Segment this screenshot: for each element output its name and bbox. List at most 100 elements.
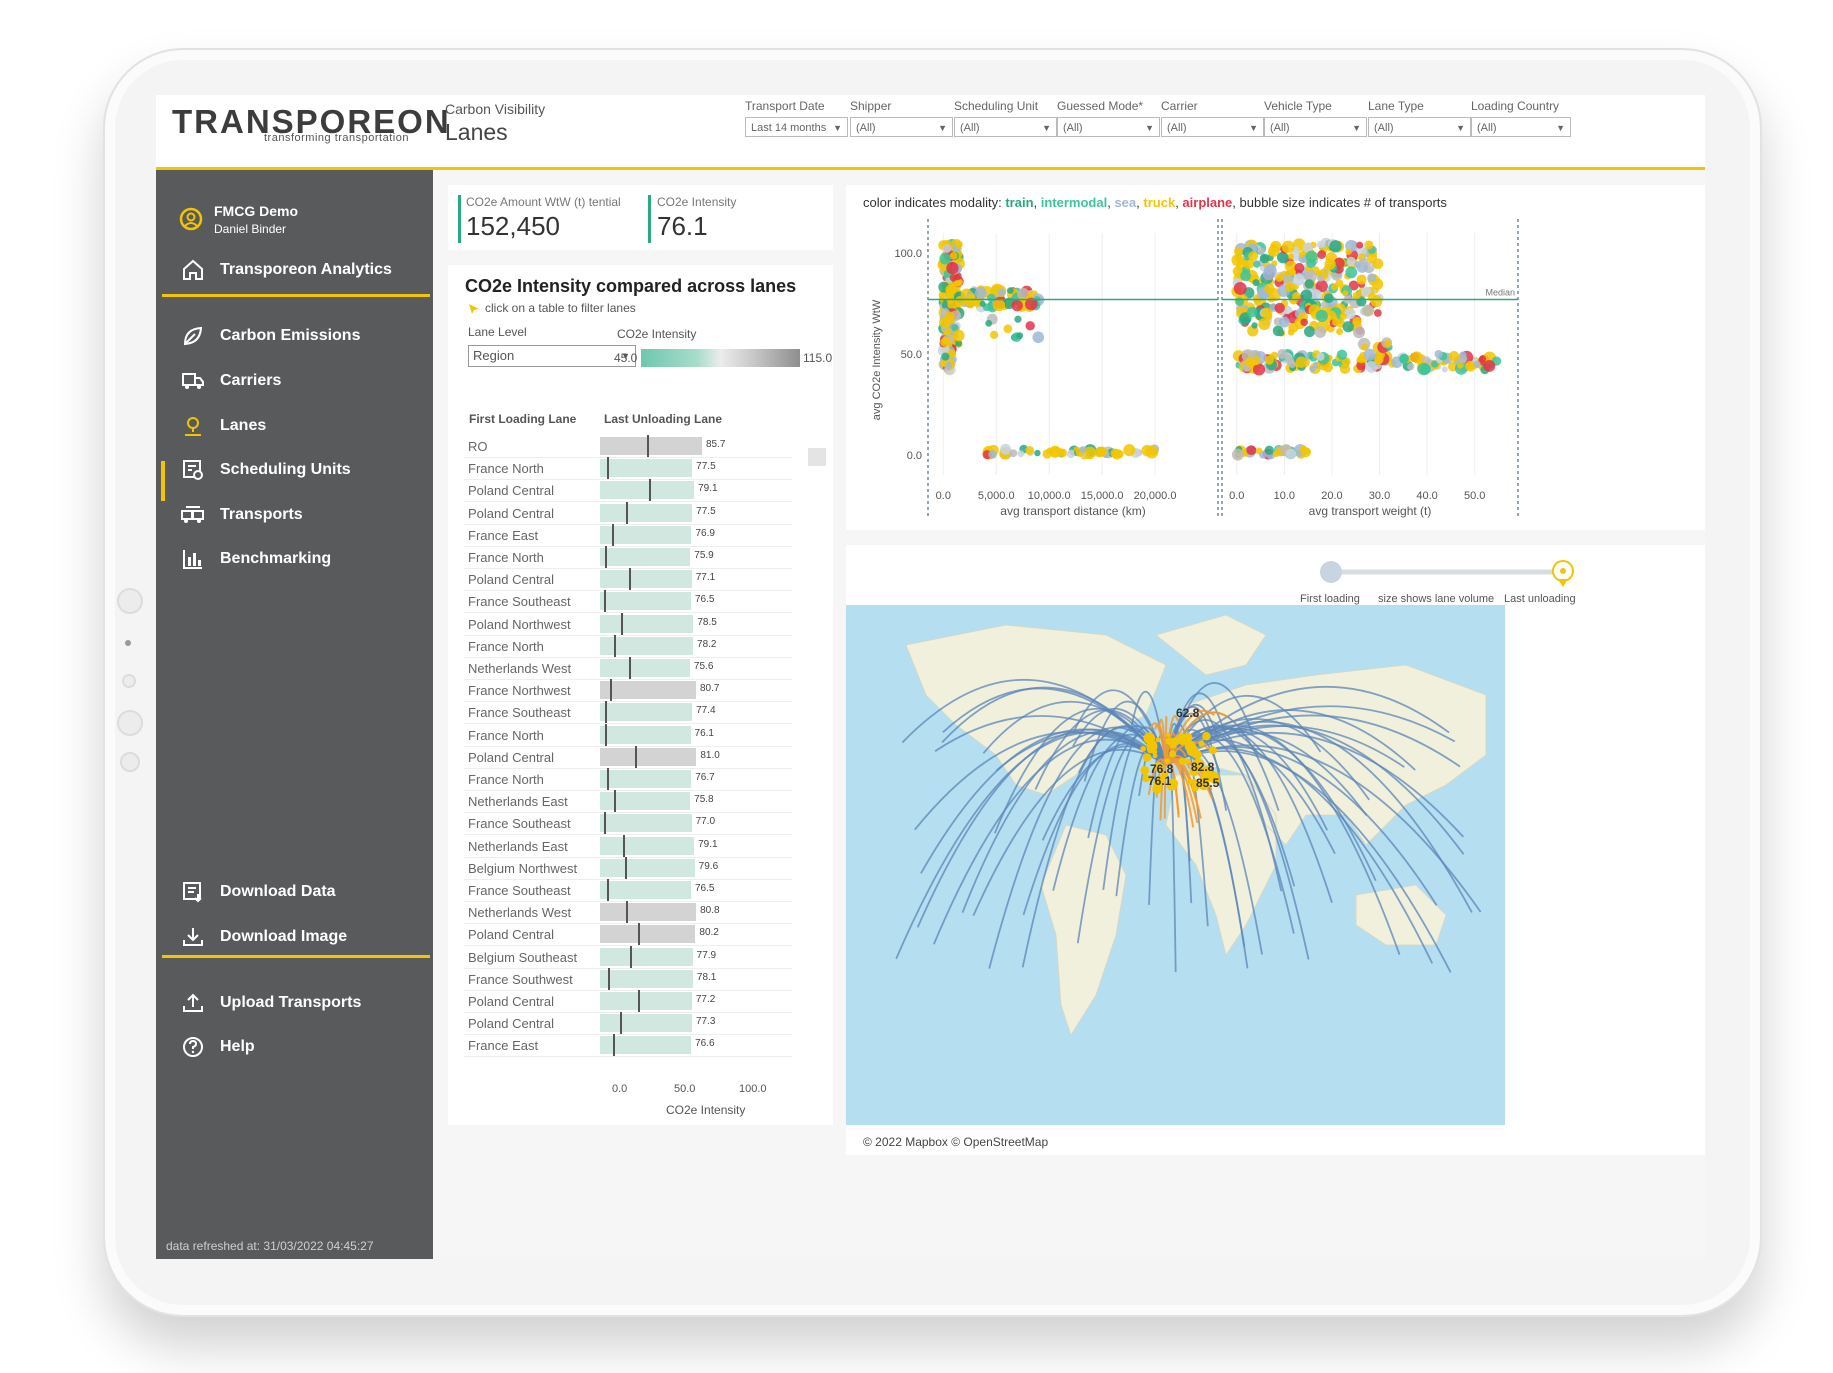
scatter-point (1305, 250, 1318, 263)
sidebar-item-lanes[interactable]: Lanes (178, 411, 266, 441)
location-pin-icon (178, 411, 208, 441)
sidebar-item-help[interactable]: Help (178, 1032, 255, 1062)
table-row[interactable]: France North 77.5 (464, 457, 792, 480)
table-row[interactable]: France Southwest 78.1 (464, 967, 792, 990)
lane-bar[interactable] (600, 481, 695, 500)
table-row[interactable]: France North 76.7 (464, 768, 792, 790)
lane-bar[interactable] (600, 592, 691, 611)
filter-guessed-mode[interactable]: Guessed Mode* (All) ▼ (1057, 99, 1160, 137)
lane-bar[interactable] (600, 836, 695, 855)
table-row[interactable]: RO 85.7 (464, 435, 792, 457)
table-row[interactable]: Netherlands West 75.6 (464, 657, 792, 679)
lane-bar[interactable] (600, 814, 692, 833)
table-row[interactable]: France Southeast 77.0 (464, 812, 792, 835)
table-row[interactable]: Poland Central 77.2 (464, 990, 792, 1012)
filter-dropdown[interactable]: (All) ▼ (1057, 117, 1160, 137)
table-row[interactable]: Belgium Northwest 79.6 (464, 856, 792, 879)
table-row[interactable]: France Southeast 76.5 (464, 590, 792, 613)
scatter-point (1290, 296, 1298, 304)
filter-vehicle-type[interactable]: Vehicle Type (All) ▼ (1264, 99, 1367, 137)
table-row[interactable]: Poland Central 77.5 (464, 501, 792, 524)
lane-bar[interactable] (600, 703, 693, 722)
filter-loading-country[interactable]: Loading Country (All) ▼ (1471, 99, 1571, 137)
filter-dropdown[interactable]: (All) ▼ (1471, 117, 1571, 137)
lane-level-dropdown[interactable]: Region ▼ (468, 345, 636, 367)
sidebar-item-transports[interactable]: Transports (178, 500, 303, 530)
lane-bar[interactable] (600, 614, 694, 633)
chevron-down-icon: ▼ (1249, 123, 1258, 133)
table-row[interactable]: France Northwest 80.7 (464, 679, 792, 702)
lane-bar[interactable] (600, 881, 691, 899)
lane-bar[interactable] (600, 548, 691, 566)
user-icon (178, 206, 204, 232)
lane-bar[interactable] (600, 992, 692, 1010)
filter-dropdown[interactable]: Last 14 months ▼ (745, 117, 848, 137)
filter-carrier[interactable]: Carrier (All) ▼ (1161, 99, 1264, 137)
lane-bar[interactable] (600, 681, 696, 700)
legend-max: 115.0 (803, 351, 833, 365)
lane-bar[interactable] (600, 525, 692, 544)
table-row[interactable]: Netherlands East 75.8 (464, 790, 792, 813)
table-row[interactable]: France Southeast 77.4 (464, 701, 792, 724)
lane-name: Poland Northwest (468, 616, 571, 632)
lane-bar[interactable] (600, 747, 697, 766)
map-value-label: 85.5 (1196, 776, 1220, 790)
lane-bar[interactable] (600, 503, 693, 522)
filter-shipper[interactable]: Shipper (All) ▼ (850, 99, 953, 137)
lane-bar[interactable] (600, 903, 697, 922)
lane-bar[interactable] (600, 570, 692, 589)
lane-value-label: 77.1 (695, 572, 716, 584)
lane-bar[interactable] (600, 969, 693, 988)
lane-name: Belgium Northwest (468, 860, 578, 876)
table-row[interactable]: Poland Central 79.1 (464, 479, 792, 502)
sidebar-item-carriers[interactable]: Carriers (178, 366, 281, 396)
filter-lane-type[interactable]: Lane Type (All) ▼ (1368, 99, 1471, 137)
table-row[interactable]: France Southeast 76.5 (464, 879, 792, 901)
lane-name: France Southeast (468, 594, 571, 610)
filter-dropdown[interactable]: (All) ▼ (954, 117, 1057, 137)
filter-dropdown[interactable]: (All) ▼ (850, 117, 953, 137)
table-row[interactable]: France East 76.6 (464, 1034, 792, 1057)
filter-dropdown[interactable]: (All) ▼ (1368, 117, 1471, 137)
sidebar-item-upload-transports[interactable]: Upload Transports (178, 988, 361, 1018)
table-row[interactable]: France East 76.9 (464, 523, 792, 546)
sidebar-item-transporeon-analytics[interactable]: Transporeon Analytics (178, 255, 392, 285)
reference-line (637, 923, 640, 946)
filter-dropdown[interactable]: (All) ▼ (1161, 117, 1264, 137)
scatter-chart[interactable]: avg CO2e Intensity WtW 0.0 50.0 100.0 0.0 5,0… (846, 185, 1705, 530)
table-row[interactable]: Netherlands East 79.1 (464, 834, 792, 857)
table-row[interactable]: Belgium Southeast 77.9 (464, 945, 792, 968)
sidebar-item-carbon-emissions[interactable]: Carbon Emissions (178, 321, 360, 351)
table-row[interactable]: Poland Central 77.3 (464, 1012, 792, 1035)
lane-bar[interactable] (600, 1014, 692, 1033)
sidebar-item-benchmarking[interactable]: Benchmarking (178, 544, 331, 574)
lanes-map[interactable]: 62.876.876.182.885.5 (846, 605, 1505, 1125)
scrollbar-thumb[interactable] (808, 448, 826, 466)
sidebar-item-download-data[interactable]: Download Data (178, 877, 336, 907)
table-row[interactable]: Poland Central 80.2 (464, 923, 792, 946)
sidebar-item-download-image[interactable]: Download Image (178, 922, 347, 952)
scatter-point (975, 287, 987, 299)
chevron-down-icon: ▼ (938, 123, 947, 133)
table-row[interactable]: France North 78.2 (464, 634, 792, 657)
table-row[interactable]: Poland Central 81.0 (464, 745, 792, 768)
lane-name: France Southeast (468, 816, 571, 832)
lane-bar[interactable] (600, 925, 696, 944)
lane-bar[interactable] (600, 659, 690, 677)
lane-bar[interactable] (600, 725, 691, 744)
table-row[interactable]: France North 76.1 (464, 723, 792, 746)
table-row[interactable]: Netherlands West 80.8 (464, 901, 792, 924)
sidebar-item-scheduling-units[interactable]: Scheduling Units (178, 455, 351, 485)
lane-bar[interactable] (600, 459, 693, 478)
table-row[interactable]: France North 75.9 (464, 546, 792, 568)
kpi-intensity-value: 76.1 (657, 211, 708, 241)
lane-bar[interactable] (600, 947, 693, 966)
filter-transport-date[interactable]: Transport Date Last 14 months ▼ (745, 99, 848, 137)
table-row[interactable]: Poland Northwest 78.5 (464, 612, 792, 635)
filter-scheduling-unit[interactable]: Scheduling Unit (All) ▼ (954, 99, 1057, 137)
table-row[interactable]: Poland Central 77.1 (464, 568, 792, 591)
lane-bar[interactable] (600, 437, 702, 455)
lane-bar[interactable] (600, 770, 692, 788)
lane-bar[interactable] (600, 858, 695, 877)
filter-dropdown[interactable]: (All) ▼ (1264, 117, 1367, 137)
